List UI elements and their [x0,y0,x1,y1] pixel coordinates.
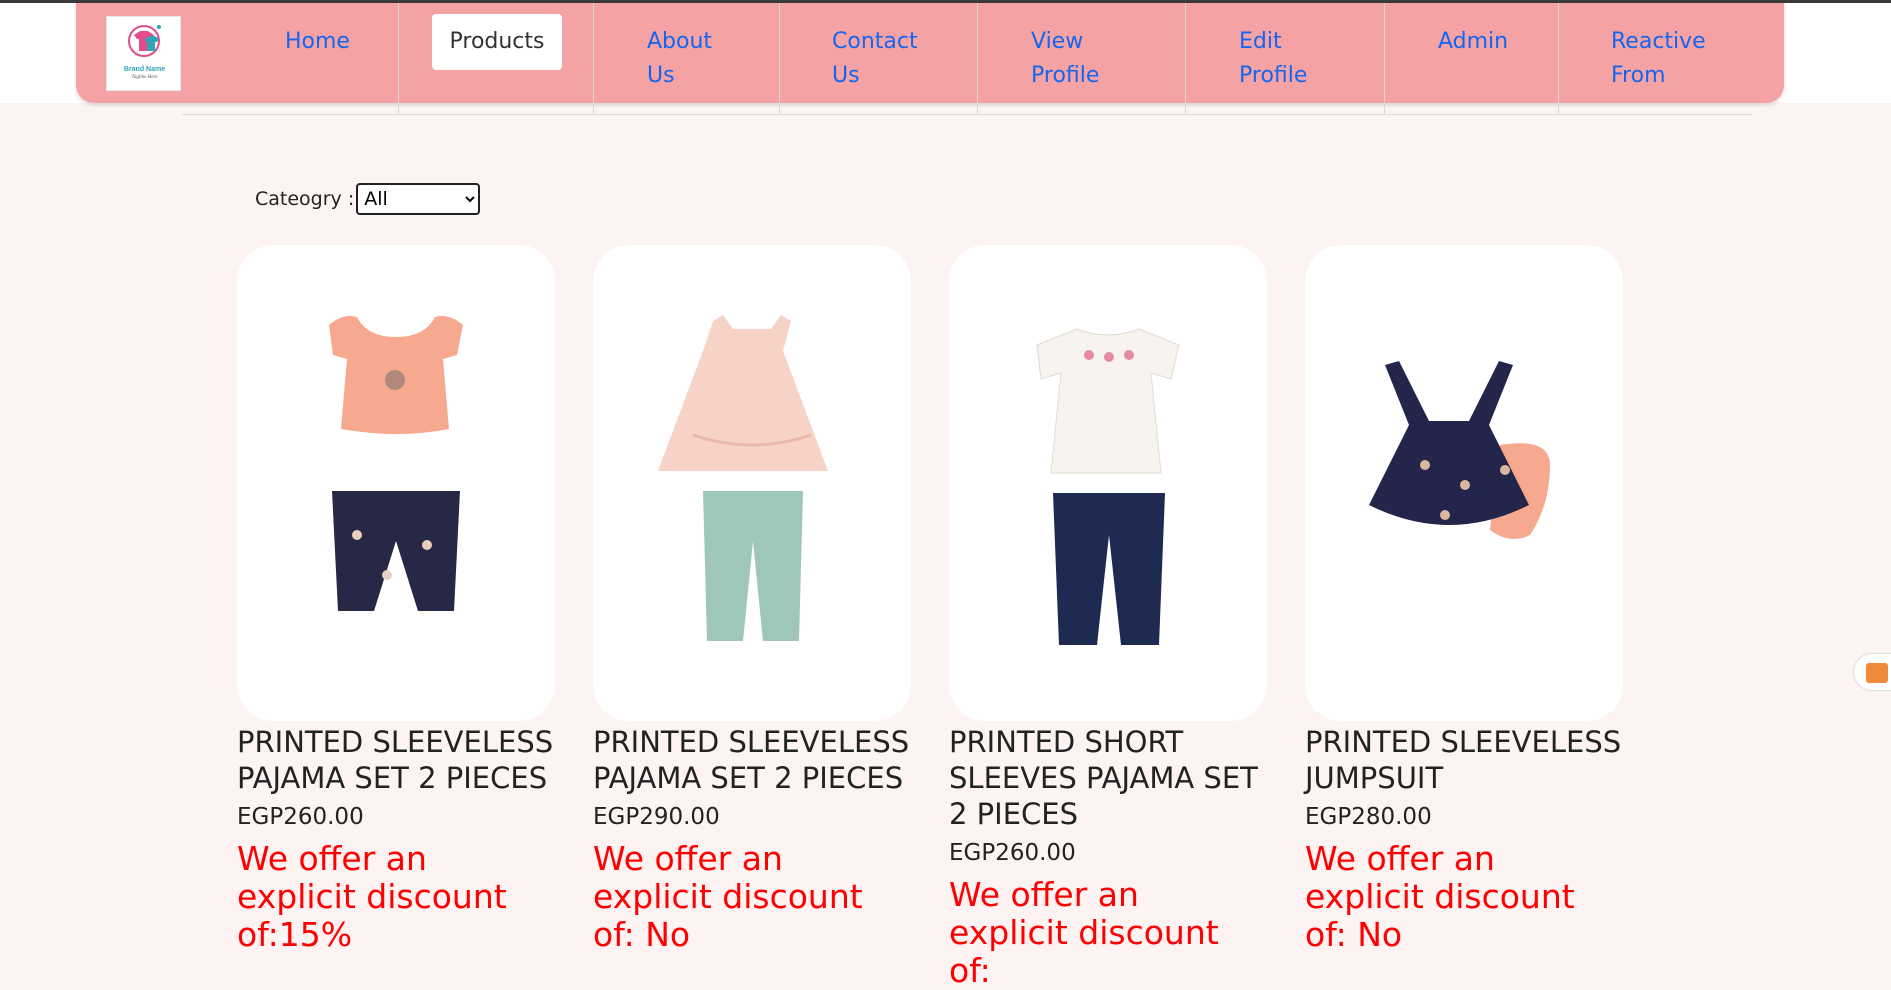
translate-icon [1866,663,1888,683]
category-label: Cateogry : [255,188,355,210]
nav-divider [593,3,594,114]
side-widget-button[interactable] [1853,653,1891,691]
product-card[interactable]: PRINTED SLEEVELESS PAJAMA SET 2 PIECES E… [237,245,555,954]
product-title[interactable]: PRINTED SLEEVELESS PAJAMA SET 2 PIECES [237,724,555,796]
nav-about-label-line2: Us [647,63,675,88]
product-discount: We offer an explicit discount of: No [1305,839,1575,954]
category-filter: Cateogry : All [255,183,481,215]
brand-logo[interactable]: Brand Name Tagline Here [106,16,181,91]
product-card[interactable]: PRINTED SLEEVELESS JUMPSUIT EGP280.00 We… [1305,245,1623,954]
product-card[interactable]: PRINTED SLEEVELESS PAJAMA SET 2 PIECES E… [593,245,911,954]
product-image[interactable] [237,245,555,721]
product-discount: We offer an explicit discount of: [949,875,1219,990]
nav-about-label-line1: About [647,29,713,54]
product-price: EGP260.00 [237,804,364,830]
pajama-set-image [329,316,463,611]
pajama-set-image [658,315,828,641]
nav-edit-profile-line2: Profile [1239,63,1308,88]
nav-reactive-line1: Reactive [1611,29,1706,54]
nav-products-label: Products [449,29,545,54]
product-title[interactable]: PRINTED SLEEVELESS JUMPSUIT [1305,724,1623,796]
nav-contact-label-line2: Us [832,63,860,88]
product-price: EGP280.00 [1305,804,1432,830]
nav-contact-label-line1: Contact [832,29,918,54]
nav-view-profile-line2: Profile [1031,63,1100,88]
product-image[interactable] [1305,245,1623,721]
nav-reactive-line2: From [1611,63,1666,88]
product-discount: We offer an explicit discount of: No [593,839,863,954]
baby-clothes-icon [128,25,161,57]
main-navbar: Brand Name Tagline Here Home Products Ab… [76,3,1784,114]
product-card[interactable]: PRINTED SHORT SLEEVES PAJAMA SET 2 PIECE… [949,245,1267,990]
nav-divider [779,3,780,114]
nav-underline [182,114,1752,115]
category-select[interactable]: All [356,183,481,215]
brand-tagline: Tagline Here [131,75,158,80]
nav-divider [398,3,399,114]
jumpsuit-image [1369,361,1550,539]
nav-view-profile-line1: View [1031,29,1084,54]
nav-divider [1185,3,1186,114]
nav-divider [1558,3,1559,114]
product-title[interactable]: PRINTED SLEEVELESS PAJAMA SET 2 PIECES [593,724,911,796]
product-price: EGP290.00 [593,804,720,830]
product-price: EGP260.00 [949,840,1076,866]
nav-products[interactable]: Products [432,14,562,70]
product-discount: We offer an explicit discount of:15% [237,839,507,954]
brand-name: Brand Name [123,66,166,73]
nav-divider [977,3,978,114]
product-image[interactable] [593,245,911,721]
product-image[interactable] [949,245,1267,721]
nav-admin-label: Admin [1438,29,1509,54]
pajama-set-image [1036,328,1180,645]
nav-divider [1384,3,1385,114]
product-title[interactable]: PRINTED SHORT SLEEVES PAJAMA SET 2 PIECE… [949,724,1267,832]
nav-edit-profile-line1: Edit [1239,29,1282,54]
nav-home-label: Home [285,29,350,54]
